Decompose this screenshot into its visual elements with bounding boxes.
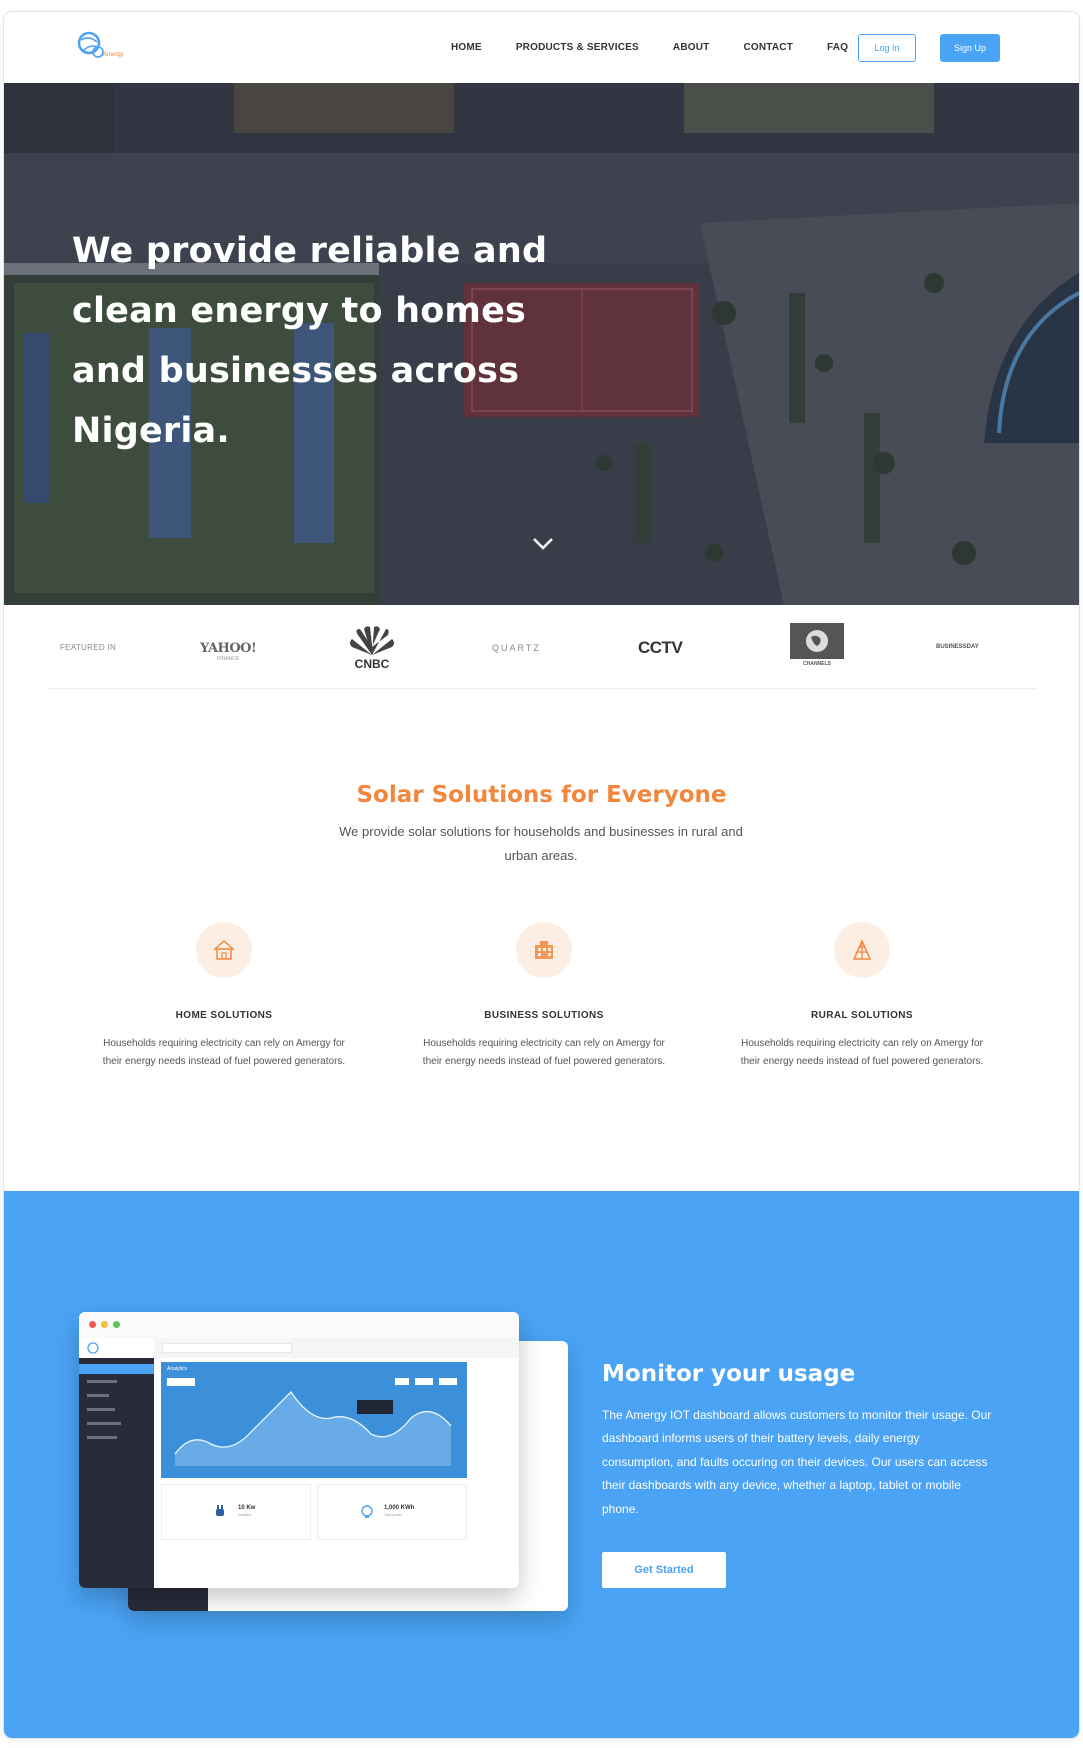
dashboard-nav-item[interactable] bbox=[87, 1436, 117, 1439]
featured-label: FEATURED IN bbox=[60, 643, 117, 652]
dashboard-logo-bar bbox=[79, 1338, 154, 1358]
monitor-title: Monitor your usage bbox=[602, 1361, 856, 1387]
card-text: Households requiring electricity can rel… bbox=[102, 1038, 346, 1067]
cnbc-logo: CNBC bbox=[344, 625, 400, 676]
yahoo-logo-text: YAHOO! bbox=[200, 641, 257, 656]
hero-headline: We provide reliable and clean energy to … bbox=[72, 231, 548, 451]
brand-logo[interactable]: Amergy bbox=[76, 30, 136, 64]
plug-icon bbox=[216, 1505, 224, 1516]
dashboard-stat-installed: 10 Kw Installed bbox=[161, 1484, 311, 1540]
stat-installed-value: 10 Kw bbox=[238, 1505, 256, 1511]
cnbc-logo-text: CNBC bbox=[355, 657, 390, 671]
rural-tower-icon-wrapper bbox=[834, 922, 890, 978]
business-solutions-card: BUSINESS SOLUTIONS Households requiring … bbox=[409, 922, 679, 1071]
card-title: HOME SOLUTIONS bbox=[175, 1010, 273, 1021]
dashboard-logo-icon bbox=[87, 1342, 99, 1354]
get-started-button[interactable]: Get Started bbox=[602, 1552, 726, 1588]
channels-logo: CHANNELS bbox=[790, 623, 844, 667]
channels-logo-box bbox=[790, 623, 844, 659]
card-text: Households requiring electricity can rel… bbox=[740, 1038, 984, 1067]
logo-text: Amergy bbox=[103, 52, 124, 58]
yahoo-logo: YAHOO! FINANCE bbox=[200, 641, 257, 662]
dashboard-chart-panel: Analytics bbox=[161, 1362, 467, 1478]
channels-globe-icon bbox=[806, 630, 828, 652]
nav-links: HOME PRODUCTS & SERVICES ABOUT CONTACT F… bbox=[451, 12, 882, 83]
nav-faq[interactable]: FAQ bbox=[827, 42, 848, 53]
window-close-dot bbox=[89, 1321, 96, 1328]
home-solutions-card: HOME SOLUTIONS Households requiring elec… bbox=[89, 922, 359, 1071]
channels-logo-text: CHANNELS bbox=[803, 661, 831, 667]
nav-about[interactable]: ABOUT bbox=[673, 42, 710, 53]
featured-in-strip: FEATURED IN YAHOO! FINANCE CNBC QUARTZ C… bbox=[48, 607, 1036, 689]
dashboard-area-chart bbox=[174, 1390, 452, 1466]
solutions-title: Solar Solutions for Everyone bbox=[356, 782, 727, 808]
login-button[interactable]: Log In bbox=[858, 34, 916, 62]
stat-power-label: Total power bbox=[384, 1513, 402, 1517]
card-text: Households requiring electricity can rel… bbox=[422, 1038, 666, 1067]
monitor-usage-section: Analytics 10 Kw Installed 1,000 KWh Tota… bbox=[4, 1191, 1079, 1738]
chevron-down-icon[interactable] bbox=[530, 535, 556, 553]
globe-logo-icon: Amergy bbox=[77, 31, 124, 58]
window-maximize-dot bbox=[113, 1321, 120, 1328]
dashboard-nav-active[interactable] bbox=[79, 1364, 154, 1374]
nav-contact[interactable]: CONTACT bbox=[743, 42, 793, 53]
monitor-description: The Amergy IOT dashboard allows customer… bbox=[602, 1408, 992, 1516]
dashboard-sidebar bbox=[79, 1338, 154, 1588]
nav-home[interactable]: HOME bbox=[451, 42, 482, 53]
dashboard-nav-item[interactable] bbox=[87, 1380, 117, 1383]
signup-button[interactable]: Sign Up bbox=[940, 34, 1000, 62]
house-icon bbox=[213, 939, 235, 960]
dashboard-mockup: Analytics 10 Kw Installed 1,000 KWh Tota… bbox=[79, 1312, 519, 1588]
browser-frame: Amergy HOME PRODUCTS & SERVICES ABOUT CO… bbox=[4, 12, 1079, 1738]
mockup-titlebar bbox=[79, 1312, 519, 1338]
dashboard-nav-item[interactable] bbox=[87, 1408, 115, 1411]
dashboard-search-input[interactable] bbox=[162, 1343, 292, 1353]
rural-solutions-card: RURAL SOLUTIONS Households requiring ele… bbox=[727, 922, 997, 1071]
rural-tower-icon bbox=[852, 939, 872, 960]
card-title: BUSINESS SOLUTIONS bbox=[484, 1010, 604, 1021]
businessday-logo: BUSINESSDAY bbox=[936, 644, 979, 650]
building-icon-wrapper bbox=[516, 922, 572, 978]
hero-section: We provide reliable and clean energy to … bbox=[4, 83, 1079, 605]
nav-products-services[interactable]: PRODUCTS & SERVICES bbox=[516, 42, 639, 53]
card-title: RURAL SOLUTIONS bbox=[811, 1010, 913, 1021]
dashboard-stat-power: 1,000 KWh Total power bbox=[317, 1484, 467, 1540]
cctv-logo: CCTV bbox=[638, 638, 683, 657]
window-minimize-dot bbox=[101, 1321, 108, 1328]
cnbc-peacock-icon: CNBC bbox=[350, 626, 394, 671]
bulb-icon bbox=[361, 1505, 373, 1518]
dashboard-nav-item[interactable] bbox=[87, 1394, 109, 1397]
stat-power-value: 1,000 KWh bbox=[384, 1505, 415, 1511]
top-navbar: Amergy HOME PRODUCTS & SERVICES ABOUT CO… bbox=[4, 12, 1079, 83]
dashboard-nav-item[interactable] bbox=[87, 1422, 121, 1425]
stat-installed-label: Installed bbox=[238, 1513, 252, 1517]
house-icon-wrapper bbox=[196, 922, 252, 978]
building-icon bbox=[535, 941, 553, 959]
quartz-logo: QUARTZ bbox=[492, 643, 541, 653]
solutions-subtitle: We provide solar solutions for household… bbox=[339, 824, 743, 863]
dashboard-topbar bbox=[154, 1338, 519, 1358]
yahoo-logo-sub: FINANCE bbox=[217, 656, 240, 662]
